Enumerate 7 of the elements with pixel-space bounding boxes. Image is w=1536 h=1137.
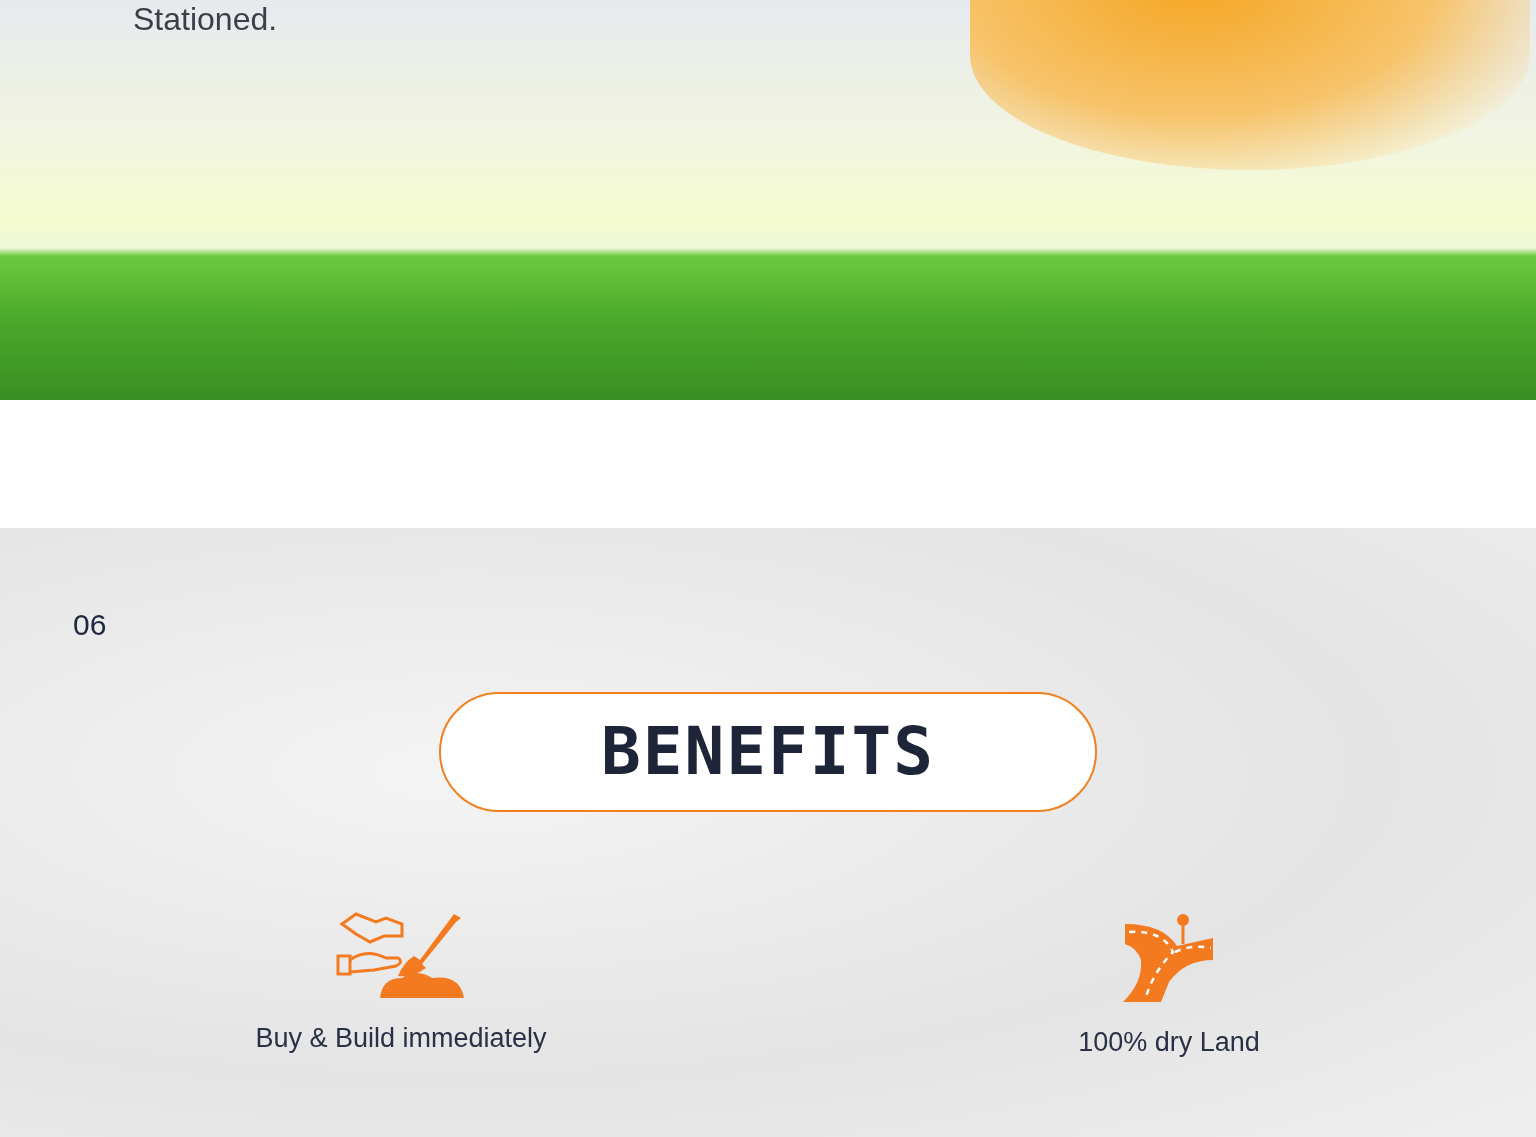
benefit-label: 100% dry Land: [1078, 1026, 1260, 1059]
road-icon: [1123, 912, 1215, 1004]
section-number: 06: [72, 607, 108, 640]
benefit-label: Buy & Build immediately: [255, 1022, 547, 1055]
hand-shovel-icon: [336, 912, 466, 1000]
section-title: BENEFITS: [601, 712, 935, 792]
hero-text: Stationed.: [132, 0, 278, 39]
